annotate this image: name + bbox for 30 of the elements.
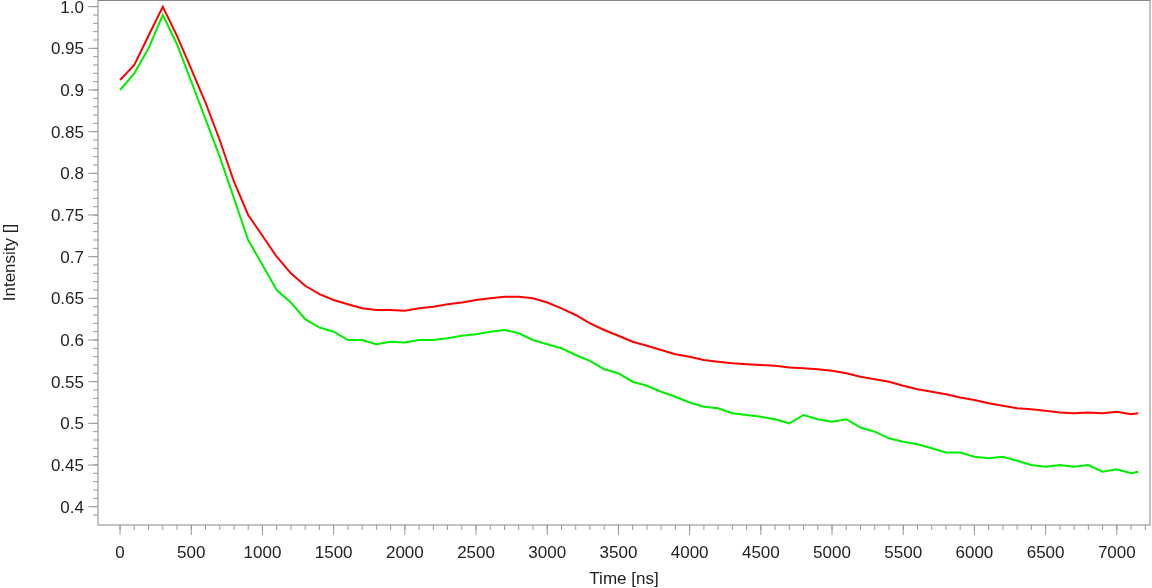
- axis-title: Intensity []: [0, 223, 19, 302]
- tick-label: 0.4: [60, 497, 84, 517]
- tick-label: 0: [115, 543, 125, 562]
- axis-title: Time [ns]: [589, 569, 659, 588]
- tick-label: 0.65: [50, 289, 84, 309]
- tick-label: 0.7: [60, 247, 84, 267]
- tick-label: 6000: [955, 543, 994, 562]
- tick-label: 1.0: [60, 0, 84, 17]
- tick-label: 0.5: [60, 414, 84, 434]
- tick-label: 6500: [1026, 543, 1065, 562]
- tick-label: 7000: [1097, 543, 1136, 562]
- tick-label: 0.8: [60, 164, 84, 184]
- tick-label: 500: [177, 543, 206, 562]
- tick-label: 4000: [670, 543, 709, 562]
- tick-label: 0.6: [60, 331, 84, 350]
- tick-label: 1500: [314, 543, 353, 562]
- tick-label: 3000: [528, 543, 567, 562]
- tick-label: 2000: [385, 543, 424, 562]
- tick-label: 0.45: [50, 456, 84, 475]
- tick-label: 0.9: [60, 81, 84, 100]
- tick-label: 4500: [741, 543, 780, 562]
- tick-label: 2500: [457, 543, 495, 562]
- tick-label: 5500: [884, 543, 923, 562]
- tick-label: 0.95: [50, 39, 84, 59]
- tick-label: 5000: [813, 543, 851, 562]
- tick-label: 1000: [243, 543, 282, 562]
- tick-label: 0.75: [50, 206, 84, 225]
- tick-label: 0.85: [50, 122, 84, 142]
- tick-label: 0.55: [50, 372, 84, 392]
- tick-label: 3500: [599, 543, 638, 562]
